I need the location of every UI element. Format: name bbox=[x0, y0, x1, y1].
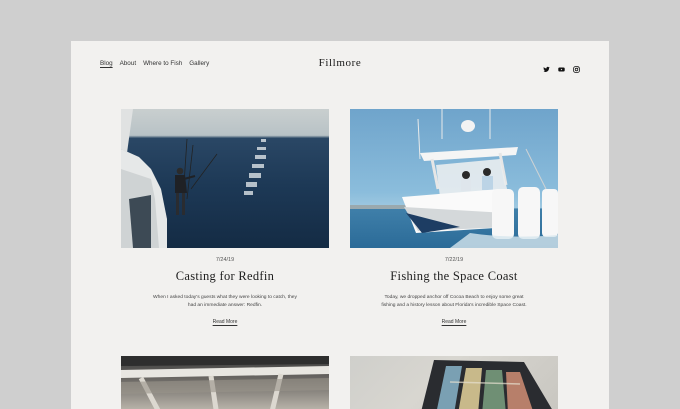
blog-post-card: 7/22/19 Fishing the Space Coast Today, w… bbox=[350, 109, 558, 328]
post-excerpt: When I asked today's guests what they we… bbox=[153, 295, 297, 309]
blog-post-card bbox=[121, 356, 329, 409]
post-date: 7/22/19 bbox=[444, 257, 464, 263]
main-nav: Blog About Where to Fish Gallery bbox=[100, 60, 209, 67]
blog-page: Blog About Where to Fish Gallery Fillmor… bbox=[71, 41, 609, 409]
post-image[interactable] bbox=[121, 356, 329, 409]
post-title[interactable]: Fishing the Space Coast bbox=[350, 269, 558, 284]
blog-post-card: 7/24/19 Casting for Redfin When I asked … bbox=[121, 109, 329, 328]
youtube-icon[interactable] bbox=[558, 60, 565, 72]
post-image[interactable] bbox=[350, 109, 558, 248]
nav-item-gallery[interactable]: Gallery bbox=[189, 60, 209, 67]
post-image[interactable] bbox=[121, 109, 329, 248]
site-title[interactable]: Fillmore bbox=[319, 57, 362, 69]
post-excerpt: Today, we dropped anchor off Cocoa Beach… bbox=[381, 295, 527, 309]
blog-post-card bbox=[350, 356, 558, 409]
read-more-link[interactable]: Read More bbox=[213, 319, 238, 325]
nav-item-blog[interactable]: Blog bbox=[100, 60, 113, 67]
post-title[interactable]: Casting for Redfin bbox=[121, 269, 329, 284]
twitter-icon[interactable] bbox=[543, 60, 550, 73]
read-more-link[interactable]: Read More bbox=[442, 319, 467, 325]
nav-item-about[interactable]: About bbox=[120, 60, 136, 67]
nav-item-where-to-fish[interactable]: Where to Fish bbox=[143, 60, 182, 67]
social-links bbox=[543, 60, 580, 73]
instagram-icon[interactable] bbox=[573, 60, 580, 73]
post-image[interactable] bbox=[350, 356, 558, 409]
post-date: 7/24/19 bbox=[215, 257, 235, 263]
